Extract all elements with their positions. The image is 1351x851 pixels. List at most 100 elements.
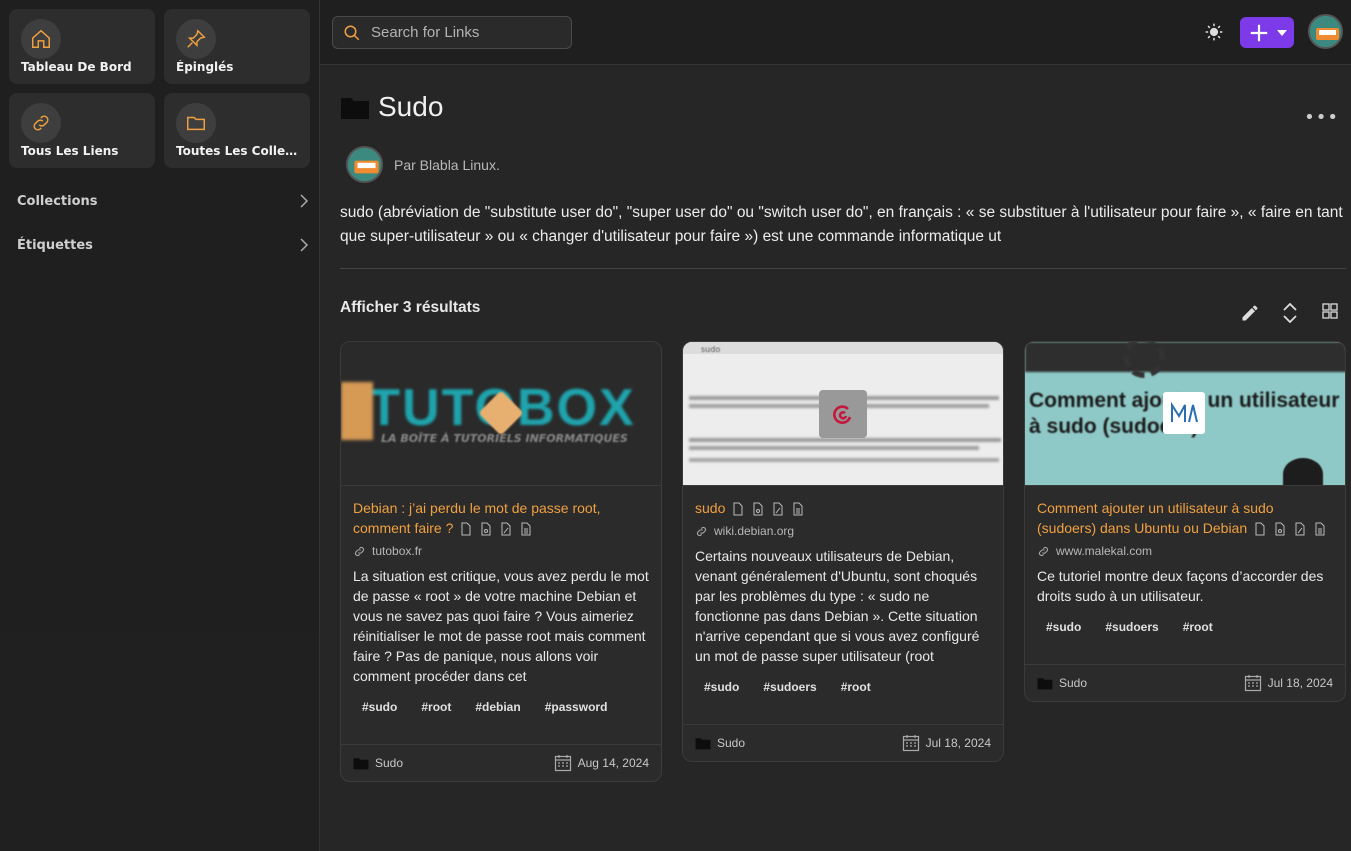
more-options-icon[interactable]: •••: [1304, 107, 1339, 128]
card-collection-name: Sudo: [1059, 676, 1088, 690]
tag[interactable]: #sudoers: [1096, 616, 1167, 638]
collection-title: Sudo: [378, 91, 444, 122]
link-icon: [1038, 546, 1049, 556]
card-footer: Sudo Jul 18, 2024: [1025, 664, 1345, 701]
thumbnail-text-line: [689, 438, 1001, 442]
card-footer: Sudo Jul 18, 2024: [683, 724, 1003, 761]
thumbnail-text-line: [689, 446, 979, 450]
caret-down-icon: [1276, 29, 1287, 36]
link-card[interactable]: sudo sudo wiki.debian.org Certains nouve…: [682, 341, 1004, 762]
chevron-right-icon: [300, 238, 309, 252]
tag[interactable]: #sudo: [695, 676, 748, 698]
image-format-icon[interactable]: [1273, 522, 1287, 536]
folder-icon: [353, 758, 369, 770]
image-format-icon[interactable]: [479, 522, 493, 536]
link-title-text: Debian : j’ai perdu le mot de passe root…: [353, 500, 601, 536]
folder-icon: [695, 738, 711, 750]
sidebar-section-collections[interactable]: Collections: [17, 191, 309, 211]
sidebar-tile-label: Tableau De Bord: [21, 60, 132, 74]
chevron-right-icon: [300, 194, 309, 208]
link-url[interactable]: tutobox.fr: [353, 544, 649, 558]
author-avatar: [346, 146, 383, 183]
pin-icon: [176, 19, 216, 59]
link-description: Certains nouveaux utilisateurs de Debian…: [695, 548, 980, 664]
link-title[interactable]: Comment ajouter un utilisateur à sudo (s…: [1037, 498, 1333, 538]
link-icon: [21, 103, 61, 143]
card-collection[interactable]: Sudo: [353, 756, 403, 770]
link-description: Ce tutoriel montre deux façons d’accorde…: [1037, 568, 1324, 604]
link-card[interactable]: Comment ajouter un utilisateur à sudo (s…: [1024, 341, 1346, 702]
sort-icon[interactable]: [1281, 302, 1299, 327]
link-thumbnail: TUTOBOX LA BOÎTE À TUTORIELS INFORMATIQU…: [341, 342, 661, 486]
sidebar-tile-pinned[interactable]: Épinglés: [164, 9, 310, 84]
text-format-icon[interactable]: [1313, 522, 1327, 536]
link-url-text: tutobox.fr: [372, 544, 423, 558]
collection-description: sudo (abréviation de "substitute user do…: [340, 204, 1343, 245]
sidebar: Tableau De Bord Épinglés Tous Les Liens …: [0, 0, 320, 632]
collection-author: Par Blabla Linux.: [394, 157, 500, 173]
html-format-icon[interactable]: [459, 522, 473, 536]
sidebar-tile-label: Tous Les Liens: [21, 144, 119, 158]
tux-penguin-image: [1283, 458, 1323, 485]
link-title[interactable]: Debian : j’ai perdu le mot de passe root…: [353, 498, 649, 538]
topbar: [320, 0, 1351, 65]
card-date: Jul 18, 2024: [1244, 674, 1333, 692]
sidebar-tile-dashboard[interactable]: Tableau De Bord: [9, 9, 155, 84]
tag[interactable]: #password: [536, 696, 617, 718]
card-date-text: Jul 18, 2024: [1267, 676, 1333, 690]
gear-icon: [1123, 342, 1165, 378]
link-title[interactable]: sudo: [695, 498, 991, 518]
divider: [340, 268, 1346, 269]
plus-icon: [1250, 24, 1267, 41]
card-collection[interactable]: Sudo: [1037, 676, 1087, 690]
tag[interactable]: #root: [1174, 616, 1222, 638]
link-url[interactable]: wiki.debian.org: [695, 524, 991, 538]
link-card[interactable]: TUTOBOX LA BOÎTE À TUTORIELS INFORMATIQU…: [340, 341, 662, 782]
calendar-icon: [1244, 675, 1261, 692]
pdf-format-icon[interactable]: [499, 522, 513, 536]
link-url-text: wiki.debian.org: [714, 524, 795, 538]
sidebar-tile-label: Épinglés: [176, 60, 234, 74]
edit-pencil-icon[interactable]: [1240, 303, 1260, 327]
html-format-icon[interactable]: [1253, 522, 1267, 536]
user-avatar[interactable]: [1308, 14, 1343, 49]
folder-icon: [341, 98, 369, 119]
card-date-text: Aug 14, 2024: [577, 756, 649, 770]
html-format-icon[interactable]: [731, 502, 745, 516]
thumbnail-text-line: [689, 458, 999, 462]
tag-list: #sudo #sudoers #root: [1037, 616, 1333, 638]
search-box[interactable]: [332, 16, 572, 49]
link-url[interactable]: www.malekal.com: [1037, 544, 1333, 558]
sidebar-section-label: Collections: [17, 193, 98, 209]
text-format-icon[interactable]: [791, 502, 805, 516]
pdf-format-icon[interactable]: [771, 502, 785, 516]
link-title-text: Comment ajouter un utilisateur à sudo (s…: [1037, 500, 1274, 536]
sidebar-tile-all-links[interactable]: Tous Les Liens: [9, 93, 155, 168]
tag[interactable]: #sudo: [1037, 616, 1090, 638]
sidebar-footer-area: [0, 632, 320, 851]
sidebar-tile-all-collections[interactable]: Toutes Les Collections: [164, 93, 310, 168]
search-input[interactable]: [371, 24, 551, 41]
link-description: La situation est critique, vous avez per…: [353, 568, 649, 684]
image-format-icon[interactable]: [751, 502, 765, 516]
tag[interactable]: #root: [832, 676, 880, 698]
grid-view-icon[interactable]: [1322, 303, 1338, 323]
sidebar-section-tags[interactable]: Étiquettes: [17, 235, 309, 255]
sidebar-section-label: Étiquettes: [17, 237, 93, 253]
text-format-icon[interactable]: [519, 522, 533, 536]
tag[interactable]: #sudo: [353, 696, 406, 718]
tag[interactable]: #sudoers: [754, 676, 825, 698]
calendar-icon: [902, 735, 919, 752]
folder-icon: [1037, 678, 1053, 690]
tag[interactable]: #debian: [466, 696, 529, 718]
main-content: Sudo ••• Par Blabla Linux. sudo (abrévia…: [320, 65, 1351, 851]
card-collection[interactable]: Sudo: [695, 736, 745, 750]
card-footer: Sudo Aug 14, 2024: [341, 744, 661, 781]
theme-toggle-sun-icon[interactable]: [1204, 22, 1224, 46]
add-new-button[interactable]: [1240, 17, 1294, 48]
box-image: [341, 382, 373, 440]
tag[interactable]: #root: [412, 696, 460, 718]
pdf-format-icon[interactable]: [1293, 522, 1307, 536]
malekal-favicon-icon: [1163, 392, 1205, 434]
card-collection-name: Sudo: [375, 756, 404, 770]
